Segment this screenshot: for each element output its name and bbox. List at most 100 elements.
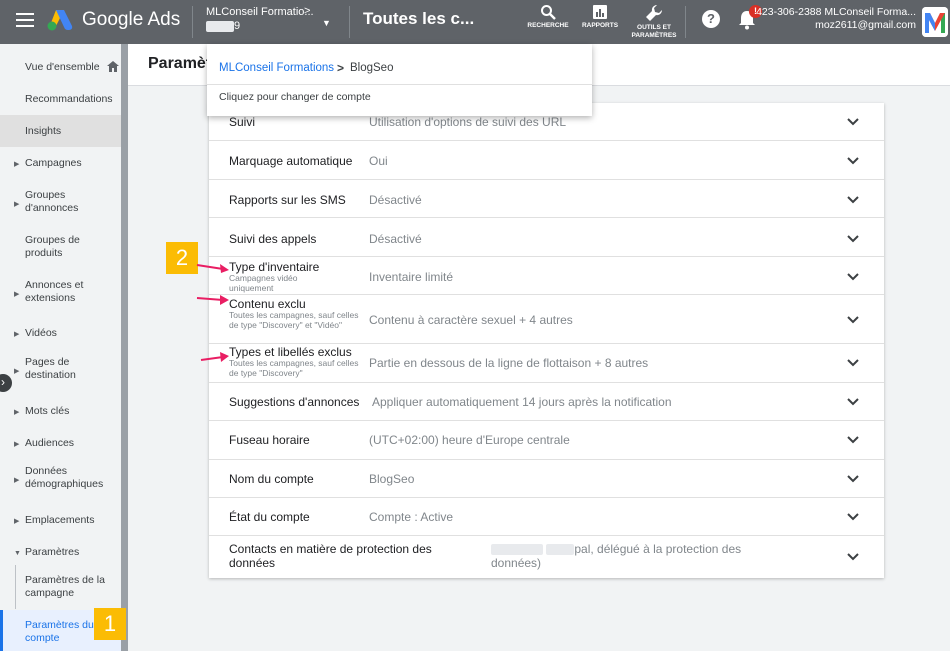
settings-row-data-protection-contacts[interactable]: Contacts en matière de protection des do…: [209, 536, 884, 578]
settings-row-time-zone[interactable]: Fuseau horaire (UTC+02:00) heure d'Europ…: [209, 421, 884, 460]
chevron-down-icon[interactable]: [847, 196, 859, 204]
setting-value: Contenu à caractère sexuel + 4 autres: [369, 313, 573, 327]
setting-value: Désactivé: [369, 193, 422, 207]
brand-name: Google Ads: [82, 9, 181, 30]
chevron-down-icon[interactable]: [847, 157, 859, 165]
divider: [685, 6, 686, 38]
chevron-down-icon[interactable]: [847, 235, 859, 243]
chevron-down-icon[interactable]: [847, 273, 859, 281]
settings-row-account-status[interactable]: État du compte Compte : Active: [209, 498, 884, 536]
setting-sublabel: Toutes les campagnes, sauf celles de typ…: [229, 358, 359, 378]
account-id[interactable]: 9: [206, 20, 240, 32]
avatar[interactable]: [922, 7, 948, 37]
setting-value: (UTC+02:00) heure d'Europe centrale: [369, 433, 570, 447]
chevron-down-icon[interactable]: [847, 436, 859, 444]
setting-label: Contenu exclu: [229, 297, 306, 311]
settings-row-inventory-type[interactable]: Type d'inventaire Campagnes vidéo unique…: [209, 257, 884, 295]
search-tool-button[interactable]: RECHERCHE: [518, 4, 578, 30]
chevron-down-icon[interactable]: [847, 553, 859, 561]
setting-value: Appliquer automatiquement 14 jours après…: [372, 395, 672, 409]
annotation-arrow-icon: [200, 352, 229, 362]
sidebar-item-product-groups[interactable]: Groupes de produits: [0, 231, 121, 263]
user-email[interactable]: moz2611@gmail.com: [815, 19, 916, 31]
setting-label: Suivi: [229, 115, 256, 129]
annotation-arrow-icon: [196, 264, 229, 273]
help-icon[interactable]: ?: [702, 10, 720, 28]
tools-settings-button[interactable]: OUTILS ET PARAMÈTRES: [624, 4, 684, 40]
setting-label: Marquage automatique: [229, 154, 353, 168]
redacted-text: [491, 544, 543, 556]
change-account-hint[interactable]: Cliquez pour changer de compte: [219, 91, 371, 103]
settings-row-account-name[interactable]: Nom du compte BlogSeo: [209, 460, 884, 498]
setting-label: Contacts en matière de protection des do…: [229, 542, 432, 570]
settings-row-call-tracking[interactable]: Suivi des appels Désactivé: [209, 218, 884, 257]
page-title: Paramèt: [148, 55, 212, 72]
sidebar-item-landing-pages[interactable]: ▶ Pages de destination: [0, 353, 121, 385]
sidebar-item-settings[interactable]: ▼ Paramètres: [0, 539, 121, 565]
sidebar-item-overview[interactable]: Vue d'ensemble: [0, 54, 121, 80]
setting-label: Rapports sur les SMS: [229, 193, 346, 207]
reports-tool-button[interactable]: RAPPORTS: [570, 4, 630, 30]
chevron-down-icon[interactable]: [847, 475, 859, 483]
settings-row-sms-reports[interactable]: Rapports sur les SMS Désactivé: [209, 180, 884, 218]
setting-label: État du compte: [229, 510, 310, 524]
sidebar-item-recommendations[interactable]: Recommandations: [0, 86, 121, 112]
setting-value: Inventaire limité: [369, 270, 454, 284]
settings-row-auto-tagging[interactable]: Marquage automatique Oui: [209, 141, 884, 180]
settings-row-excluded-content[interactable]: Contenu exclu Toutes les campagnes, sauf…: [209, 295, 884, 344]
setting-label: Suivi des appels: [229, 232, 317, 246]
setting-label: Nom du compte: [229, 472, 314, 486]
divider: [349, 6, 350, 38]
setting-value: BlogSeo: [369, 472, 415, 486]
setting-label: Suggestions d'annonces: [229, 395, 360, 409]
sidebar-item-ads-extensions[interactable]: ▶ Annonces et extensions: [0, 276, 121, 308]
current-account[interactable]: BlogSeo: [350, 62, 393, 74]
sidebar-item-demographics[interactable]: ▶ Données démographiques: [0, 462, 121, 494]
chevron-down-icon[interactable]: [847, 359, 859, 367]
account-arrow: >: [304, 5, 311, 17]
sidebar-item-ad-groups[interactable]: ▶ Groupes d'annonces: [0, 186, 121, 218]
annotation-badge-2: 2: [166, 242, 198, 274]
menu-icon[interactable]: [16, 13, 34, 27]
account-info[interactable]: 423-306-2388 MLConseil Forma...: [756, 6, 916, 18]
google-ads-logo[interactable]: [46, 8, 74, 32]
top-bar: Google Ads MLConseil Formatio... > 9 ▼ T…: [0, 0, 950, 44]
account-name[interactable]: MLConseil Formatio...: [206, 6, 314, 18]
setting-sublabel: Campagnes vidéo uniquement: [229, 273, 298, 293]
divider: [207, 84, 592, 85]
tools-settings-label: OUTILS ET PARAMÈTRES: [631, 24, 677, 39]
settings-card: Suivi Utilisation d'options de suivi des…: [209, 103, 884, 578]
chevron-down-icon[interactable]: [847, 316, 859, 324]
wrench-icon: [646, 4, 663, 21]
sidebar-item-audiences[interactable]: ▶ Audiences: [0, 430, 121, 456]
page-heading: Toutes les c...: [363, 9, 475, 28]
sidebar-item-campaigns[interactable]: ▶ Campagnes: [0, 150, 121, 176]
sidebar-item-campaign-settings[interactable]: Paramètres de la campagne: [0, 571, 121, 603]
sidebar-item-insights[interactable]: Insights: [0, 115, 121, 147]
setting-sublabel: Toutes les campagnes, sauf celles de typ…: [229, 310, 359, 330]
home-icon[interactable]: [107, 61, 119, 72]
sidebar-item-placements[interactable]: ▶ Emplacements: [0, 507, 121, 533]
setting-value: Partie en dessous de la ligne de flottai…: [369, 356, 649, 370]
divider: [192, 6, 193, 38]
redacted-text: [206, 20, 234, 32]
chevron-down-icon[interactable]: [847, 118, 859, 126]
account-dropdown-icon[interactable]: ▼: [322, 18, 331, 28]
annotation-arrow-icon: [196, 295, 229, 305]
setting-value: pal, délégué à la protection des données…: [491, 542, 742, 570]
settings-row-ad-suggestions[interactable]: Suggestions d'annonces Appliquer automat…: [209, 383, 884, 421]
sidebar-item-videos[interactable]: ▶ Vidéos: [0, 320, 121, 346]
redacted-text: [546, 544, 575, 556]
parent-account-link[interactable]: MLConseil Formations: [219, 62, 334, 74]
setting-value: Compte : Active: [369, 510, 454, 524]
reports-icon: [593, 5, 607, 19]
setting-value: Utilisation d'options de suivi des URL: [369, 115, 567, 129]
sidebar-item-keywords[interactable]: ▶ Mots clés: [0, 398, 121, 424]
search-icon: [541, 5, 556, 20]
settings-row-excluded-types[interactable]: Types et libellés exclus Toutes les camp…: [209, 344, 884, 383]
chevron-down-icon[interactable]: [847, 513, 859, 521]
sidebar-scrollbar[interactable]: [121, 44, 128, 651]
chevron-down-icon[interactable]: [847, 398, 859, 406]
reports-tool-label: RAPPORTS: [581, 22, 619, 29]
setting-label: Fuseau horaire: [229, 433, 310, 447]
